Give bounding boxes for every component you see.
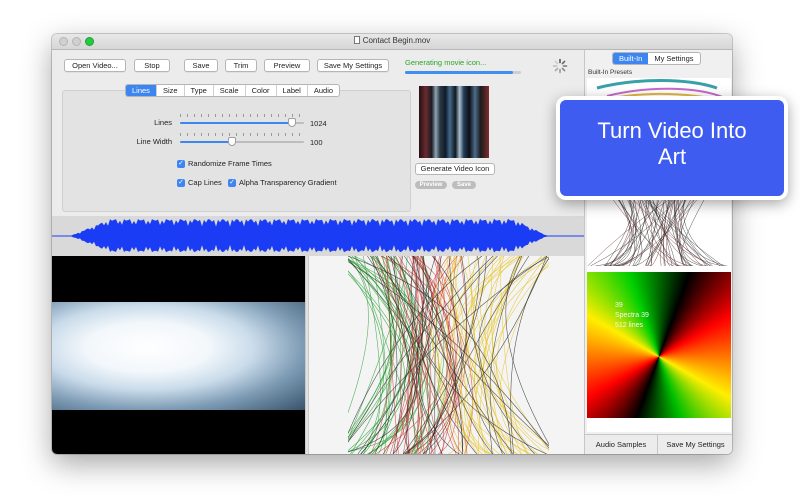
save-button[interactable]: Save: [184, 59, 218, 72]
sidebar-segmented-control: Built-In My Settings: [612, 52, 701, 65]
callout-line-1: Turn Video Into: [597, 118, 747, 143]
art-stroke: [485, 262, 549, 454]
alpha-checkbox[interactable]: ✓: [228, 178, 236, 187]
document-icon: [353, 36, 360, 44]
progress-label: Generating movie icon...: [405, 58, 487, 67]
waveform: [52, 218, 584, 253]
save-my-settings-button[interactable]: Save My Settings: [317, 59, 389, 72]
sidebar-save-my-settings-button[interactable]: Save My Settings: [658, 434, 732, 454]
lines-slider-value: 1024: [310, 119, 327, 128]
randomize-row: ✓ Randomize Frame Times: [177, 159, 272, 168]
tab-size[interactable]: Size: [157, 85, 185, 96]
line-width-slider-label: Line Width: [136, 137, 172, 146]
alpha-row: ✓ Alpha Transparency Gradient: [228, 178, 337, 187]
cap-lines-label: Cap Lines: [188, 178, 222, 187]
tab-scale[interactable]: Scale: [214, 85, 246, 96]
lines-slider-track[interactable]: [180, 122, 304, 124]
trim-button[interactable]: Trim: [225, 59, 257, 72]
preview-button[interactable]: Preview: [264, 59, 310, 72]
spinner-icon: [552, 58, 568, 74]
audio-waveform-area[interactable]: [52, 216, 584, 256]
randomize-label: Randomize Frame Times: [188, 159, 272, 168]
preset-name: Spectra 39: [615, 312, 649, 319]
audio-samples-button[interactable]: Audio Samples: [585, 434, 658, 454]
randomize-checkbox[interactable]: ✓: [177, 159, 185, 168]
generate-video-icon-button[interactable]: Generate Video Icon: [415, 163, 495, 175]
line-width-slider-thumb[interactable]: [228, 137, 237, 146]
alpha-label: Alpha Transparency Gradient: [239, 178, 337, 187]
progress-fill: [405, 71, 513, 74]
video-preview: [52, 256, 305, 454]
line-width-slider-value: 100: [310, 138, 323, 147]
lines-slider-label: Lines: [154, 118, 172, 127]
cap-lines-checkbox[interactable]: ✓: [177, 178, 185, 187]
presets-label: Built-In Presets: [588, 69, 633, 76]
waveform-shape: [70, 218, 548, 253]
tab-audio[interactable]: Audio: [308, 85, 339, 96]
preset-number: 39: [615, 302, 623, 309]
cap-lines-row: ✓ Cap Lines: [177, 178, 222, 187]
tab-label[interactable]: Label: [277, 85, 308, 96]
open-video-button[interactable]: Open Video...: [64, 59, 126, 72]
line-art-preview: [348, 256, 549, 454]
tab-my-settings[interactable]: My Settings: [648, 53, 699, 64]
window-title: Contact Begin.mov: [362, 36, 431, 45]
callout-line-2: Art: [657, 144, 687, 169]
video-frame: [52, 302, 305, 410]
tab-built-in[interactable]: Built-In: [613, 53, 649, 64]
tab-color[interactable]: Color: [246, 85, 277, 96]
tab-lines[interactable]: Lines: [126, 85, 157, 96]
preset-line-count: 512 lines: [615, 322, 644, 329]
settings-panel: [62, 90, 411, 212]
window-title-wrap: Contact Begin.mov: [52, 36, 732, 45]
line-art: [348, 256, 549, 454]
stop-button[interactable]: Stop: [134, 59, 170, 72]
lines-slider-fill: [180, 122, 292, 124]
tab-type[interactable]: Type: [185, 85, 214, 96]
preview-pill-button[interactable]: Preview: [415, 181, 447, 189]
line-width-slider-ticks: [180, 133, 304, 136]
settings-tabs: Lines Size Type Scale Color Label Audio: [125, 84, 341, 97]
lines-slider-thumb[interactable]: [287, 118, 296, 127]
line-width-slider-track[interactable]: [180, 141, 304, 143]
lines-slider-ticks: [180, 114, 304, 117]
preset-item[interactable]: 39 Spectra 39 512 lines: [587, 272, 731, 418]
save-pill-button[interactable]: Save: [452, 181, 476, 189]
title-bar: Contact Begin.mov: [52, 34, 732, 50]
progress-bar: [405, 71, 521, 74]
video-icon-thumbnail: [419, 86, 489, 158]
line-width-slider-fill: [180, 141, 233, 143]
promo-callout: Turn Video Into Art: [556, 96, 788, 200]
